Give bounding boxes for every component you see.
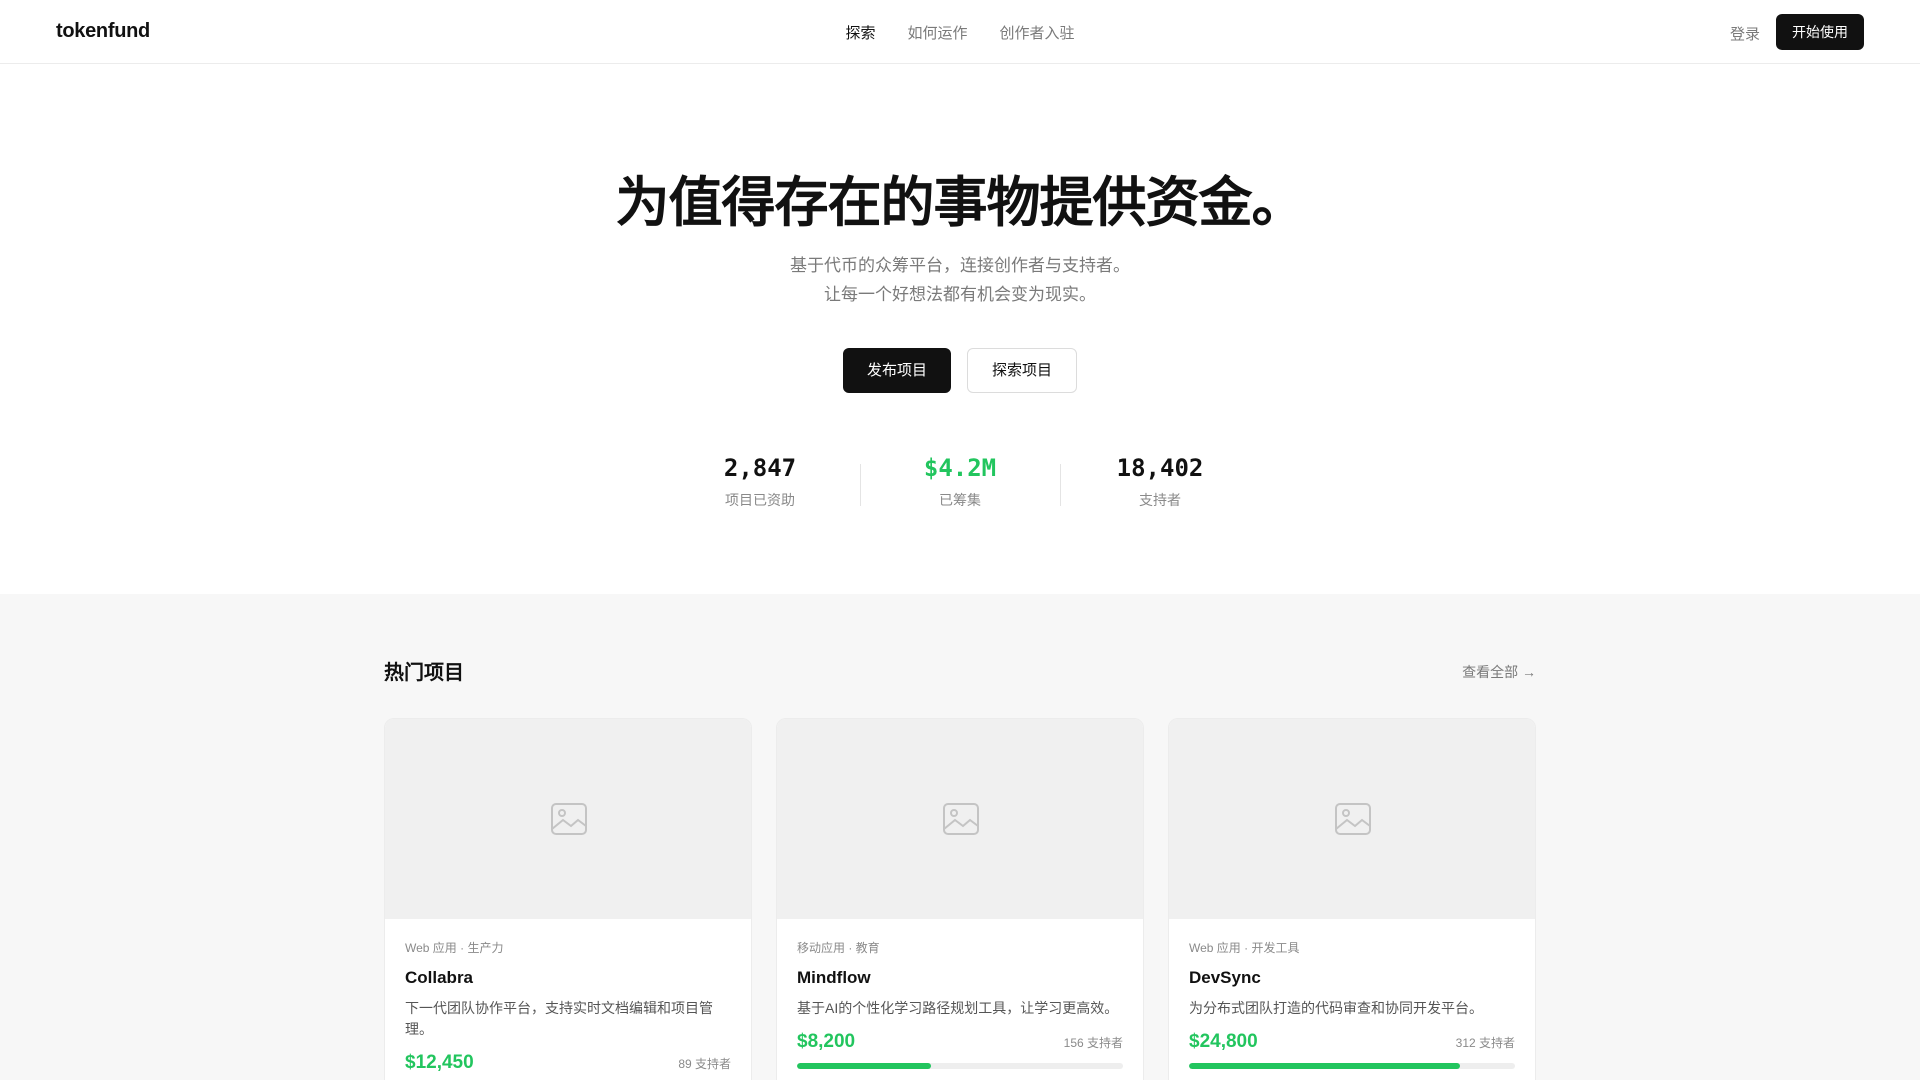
stat-label: 项目已资助 <box>725 492 795 508</box>
image-placeholder-icon <box>551 803 587 835</box>
project-card-mindflow[interactable]: 移动应用 · 教育 Mindflow 基于AI的个性化学习路径规划工具，让学习更… <box>776 718 1144 1080</box>
nav-creator-onboarding[interactable]: 创作者入驻 <box>1000 22 1075 43</box>
main-nav: 探索 如何运作 创作者入驻 <box>0 22 1920 43</box>
card-backers: 156 支持者 <box>1063 1036 1123 1050</box>
nav-explore[interactable]: 探索 <box>845 22 875 43</box>
stats-row: 2,847 项目已资助 $4.2M 已筹集 18,402 支持者 <box>0 454 1920 510</box>
project-card-collabra[interactable]: Web 应用 · 生产力 Collabra 下一代团队协作平台，支持实时文档编辑… <box>384 718 752 1080</box>
funding-progress-fill <box>1189 1063 1460 1069</box>
image-placeholder-icon <box>1335 803 1371 835</box>
funding-progress-bar <box>1189 1063 1515 1069</box>
card-footer: $8,200 156 支持者 <box>797 1031 1123 1053</box>
card-category: 移动应用 · 教育 <box>797 941 880 955</box>
explore-projects-button[interactable]: 探索项目 <box>967 348 1078 393</box>
card-body: Web 应用 · 开发工具 DevSync 为分布式团队打造的代码审查和协同开发… <box>1169 919 1535 1069</box>
card-title: Collabra <box>405 968 474 987</box>
stat-amount-raised: $4.2M 已筹集 <box>860 454 1060 510</box>
image-placeholder-icon <box>943 803 979 835</box>
card-description: 基于AI的个性化学习路径规划工具，让学习更高效。 <box>797 1000 1119 1016</box>
card-amount: $12,450 <box>405 1052 474 1073</box>
card-amount: $8,200 <box>797 1031 856 1052</box>
hero-subtitle: 基于代币的众筹平台，连接创作者与支持者。 让每一个好想法都有机会变为现实。 <box>0 251 1920 309</box>
card-image <box>1169 719 1535 919</box>
card-image <box>777 719 1143 919</box>
stat-backers: 18,402 支持者 <box>1060 454 1260 510</box>
card-backers: 312 支持者 <box>1455 1036 1515 1050</box>
card-body: Web 应用 · 生产力 Collabra 下一代团队协作平台，支持实时文档编辑… <box>385 919 751 1080</box>
card-footer: $12,450 89 支持者 <box>405 1052 731 1074</box>
get-started-button[interactable]: 开始使用 <box>1776 14 1864 50</box>
project-card-devsync[interactable]: Web 应用 · 开发工具 DevSync 为分布式团队打造的代码审查和协同开发… <box>1168 718 1536 1080</box>
funding-progress-fill <box>797 1063 931 1069</box>
card-title: Mindflow <box>797 968 871 987</box>
login-link[interactable]: 登录 <box>1730 23 1760 44</box>
card-description: 下一代团队协作平台，支持实时文档编辑和项目管理。 <box>405 1000 713 1037</box>
stat-projects-funded: 2,847 项目已资助 <box>660 454 860 510</box>
hero-title: 为值得存在的事物提供资金。 <box>615 173 1306 233</box>
card-body: 移动应用 · 教育 Mindflow 基于AI的个性化学习路径规划工具，让学习更… <box>777 919 1143 1069</box>
stat-value: 2,847 <box>723 454 797 482</box>
stat-label: 已筹集 <box>939 492 981 508</box>
stat-value: 18,402 <box>1116 454 1204 482</box>
view-all-link[interactable]: 查看全部 → <box>1462 662 1536 682</box>
hero-subtitle-line-1: 基于代币的众筹平台，连接创作者与支持者。 <box>790 256 1130 275</box>
nav-how-it-works[interactable]: 如何运作 <box>907 22 967 43</box>
card-title: DevSync <box>1189 968 1261 987</box>
trending-projects-section: 热门项目 查看全部 → Web 应用 · 生产力 Collabra 下一代团队协… <box>0 594 1920 1080</box>
hero-subtitle-line-2: 让每一个好想法都有机会变为现实。 <box>824 285 1096 304</box>
publish-project-button[interactable]: 发布项目 <box>842 348 951 393</box>
logo[interactable]: tokenfund <box>56 20 150 43</box>
stat-value: $4.2M <box>923 454 997 482</box>
hero-actions: 发布项目 探索项目 <box>0 348 1920 393</box>
funding-progress-bar <box>797 1063 1123 1069</box>
card-image <box>385 719 751 919</box>
card-footer: $24,800 312 支持者 <box>1189 1031 1515 1053</box>
card-category: Web 应用 · 开发工具 <box>1189 941 1300 955</box>
section-title: 热门项目 <box>384 662 464 684</box>
card-amount: $24,800 <box>1189 1031 1258 1052</box>
top-header: tokenfund 探索 如何运作 创作者入驻 登录 开始使用 <box>0 0 1920 64</box>
stat-label: 支持者 <box>1139 492 1181 508</box>
card-category: Web 应用 · 生产力 <box>405 941 504 955</box>
card-backers: 89 支持者 <box>678 1057 731 1071</box>
card-description: 为分布式团队打造的代码审查和协同开发平台。 <box>1189 1000 1483 1016</box>
